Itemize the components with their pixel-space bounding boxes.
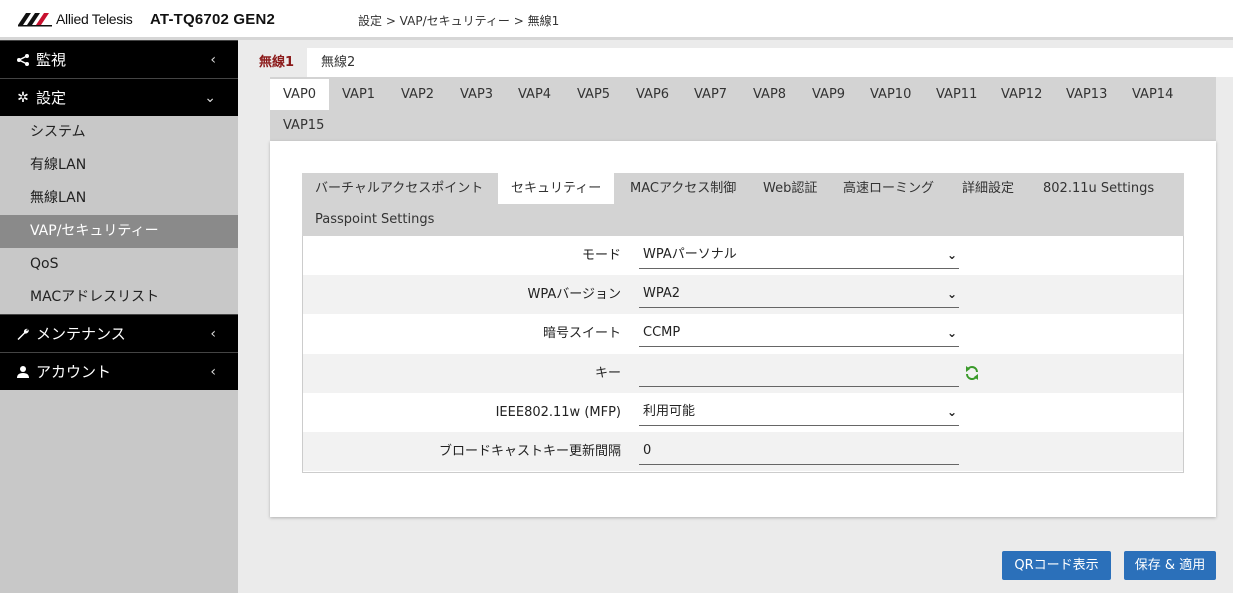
sidebar-group-monitor[interactable]: 監視 ‹: [0, 40, 238, 78]
chevron-down-icon: ⌄: [946, 287, 957, 301]
save-apply-button[interactable]: 保存 & 適用: [1124, 551, 1216, 580]
tab-passpoint-settings[interactable]: Passpoint Settings: [302, 204, 447, 235]
radio-tab-bar: 無線1 無線2: [246, 48, 1233, 77]
refresh-icon[interactable]: [964, 365, 980, 381]
sidebar-item-system[interactable]: システム: [0, 116, 238, 149]
tab-vap8[interactable]: VAP8: [740, 79, 799, 110]
tab-vap15[interactable]: VAP15: [270, 110, 337, 141]
tab-radio-1[interactable]: 無線1: [246, 48, 308, 77]
broadcast-key-interval-label: ブロードキャストキー更新間隔: [438, 444, 621, 459]
breadcrumb: 設定 > VAP/セキュリティー > 無線1: [358, 14, 560, 28]
tab-mac-access-control[interactable]: MACアクセス制御: [617, 173, 749, 204]
qr-code-button[interactable]: QRコード表示: [1002, 551, 1111, 580]
mfp-value: 利用可能: [643, 404, 696, 419]
sidebar-group-settings[interactable]: ✲ 設定 ⌄: [0, 78, 238, 116]
tab-vap7[interactable]: VAP7: [681, 79, 740, 110]
mfp-label: IEEE802.11w (MFP): [495, 405, 621, 420]
user-icon: [14, 365, 32, 379]
sidebar-item-wired-lan[interactable]: 有線LAN: [0, 149, 238, 182]
tab-vap14[interactable]: VAP14: [1119, 79, 1186, 110]
sidebar-item-qos[interactable]: QoS: [0, 248, 238, 281]
mfp-select[interactable]: 利用可能 ⌄: [639, 400, 959, 426]
tab-vap1[interactable]: VAP1: [329, 79, 388, 110]
tab-vap10[interactable]: VAP10: [857, 79, 924, 110]
sidebar-group-label: 設定: [36, 89, 67, 107]
vap-tab-bar: VAP0 VAP1 VAP2 VAP3 VAP4 VAP5 VAP6 VAP7 …: [270, 77, 1216, 141]
key-label: キー: [594, 366, 621, 381]
wrench-icon: [14, 327, 32, 341]
broadcast-key-interval-input[interactable]: 0: [639, 439, 959, 465]
cipher-suite-value: CCMP: [643, 325, 681, 340]
chevron-down-icon: ⌄: [946, 248, 957, 262]
wpa-version-select[interactable]: WPA2 ⌄: [639, 282, 959, 308]
mode-value: WPAパーソナル: [643, 247, 737, 262]
chevron-down-icon: ⌄: [946, 326, 957, 340]
mode-label: モード: [581, 248, 621, 263]
tab-advanced-settings[interactable]: 詳細設定: [949, 173, 1027, 204]
tab-vap11[interactable]: VAP11: [923, 79, 990, 110]
sidebar-group-account[interactable]: アカウント ‹: [0, 352, 238, 390]
tab-fast-roaming[interactable]: 高速ローミング: [830, 173, 947, 204]
wpa-version-value: WPA2: [643, 286, 681, 301]
chevron-left-icon: ‹: [210, 326, 216, 342]
security-sub-tab-bar: バーチャルアクセスポイント セキュリティー MACアクセス制御 Web認証 高速…: [302, 173, 1184, 236]
tab-vap5[interactable]: VAP5: [564, 79, 623, 110]
device-model: AT-TQ6702 GEN2: [150, 11, 276, 28]
form-row-cipher-suite: 暗号スイート CCMP ⌄: [303, 314, 1183, 353]
security-form: モード WPAパーソナル ⌄ WPAバージョン WPA2 ⌄ 暗号スイート CC…: [302, 236, 1184, 473]
main-content: 無線1 無線2 VAP0 VAP1 VAP2 VAP3 VAP4 VAP5 VA…: [238, 40, 1233, 593]
form-row-broadcast-key-interval: ブロードキャストキー更新間隔 0: [303, 432, 1183, 471]
cipher-suite-select[interactable]: CCMP ⌄: [639, 321, 959, 347]
chevron-down-icon: ⌄: [946, 405, 957, 419]
sidebar: 監視 ‹ ✲ 設定 ⌄ システム 有線LAN 無線LAN VAP/セキュリティー…: [0, 40, 238, 593]
allied-telesis-logo-icon: [18, 13, 52, 27]
mode-select[interactable]: WPAパーソナル ⌄: [639, 243, 959, 269]
tab-vap2[interactable]: VAP2: [388, 79, 447, 110]
brand-logo: Allied Telesis: [18, 11, 133, 27]
tab-vap0[interactable]: VAP0: [270, 79, 330, 110]
cipher-suite-label: 暗号スイート: [542, 326, 621, 341]
key-input[interactable]: [639, 361, 959, 387]
sidebar-item-mac-address-list[interactable]: MACアドレスリスト: [0, 281, 238, 314]
tab-vap13[interactable]: VAP13: [1053, 79, 1120, 110]
vap-settings-panel: バーチャルアクセスポイント セキュリティー MACアクセス制御 Web認証 高速…: [270, 141, 1216, 517]
form-row-wpa-version: WPAバージョン WPA2 ⌄: [303, 275, 1183, 314]
sidebar-group-label: メンテナンス: [36, 325, 126, 343]
tab-web-auth[interactable]: Web認証: [750, 173, 830, 204]
sidebar-item-vap-security[interactable]: VAP/セキュリティー: [0, 215, 238, 248]
share-icon: [14, 53, 32, 67]
tab-security[interactable]: セキュリティー: [498, 173, 615, 204]
wpa-version-label: WPAバージョン: [527, 287, 622, 302]
tab-vap12[interactable]: VAP12: [988, 79, 1055, 110]
tab-radio-2[interactable]: 無線2: [308, 48, 368, 77]
sidebar-group-label: アカウント: [36, 363, 112, 381]
sidebar-item-wireless-lan[interactable]: 無線LAN: [0, 182, 238, 215]
form-row-mfp: IEEE802.11w (MFP) 利用可能 ⌄: [303, 393, 1183, 432]
chevron-down-icon: ⌄: [204, 90, 216, 106]
brand-name: Allied Telesis: [56, 11, 133, 27]
tab-virtual-access-point[interactable]: バーチャルアクセスポイント: [302, 173, 496, 204]
tab-vap9[interactable]: VAP9: [799, 79, 858, 110]
chevron-left-icon: ‹: [210, 52, 216, 68]
sidebar-group-maintenance[interactable]: メンテナンス ‹: [0, 314, 238, 352]
form-row-mode: モード WPAパーソナル ⌄: [303, 236, 1183, 275]
tab-80211u-settings[interactable]: 802.11u Settings: [1030, 173, 1167, 204]
form-row-key: キー: [303, 354, 1183, 393]
tab-vap3[interactable]: VAP3: [447, 79, 506, 110]
sidebar-group-label: 監視: [36, 51, 67, 69]
app-header: Allied Telesis AT-TQ6702 GEN2 設定 > VAP/セ…: [0, 0, 1233, 40]
chevron-left-icon: ‹: [210, 364, 216, 380]
tab-vap6[interactable]: VAP6: [623, 79, 682, 110]
tab-vap4[interactable]: VAP4: [505, 79, 564, 110]
gear-icon: ✲: [17, 89, 29, 106]
